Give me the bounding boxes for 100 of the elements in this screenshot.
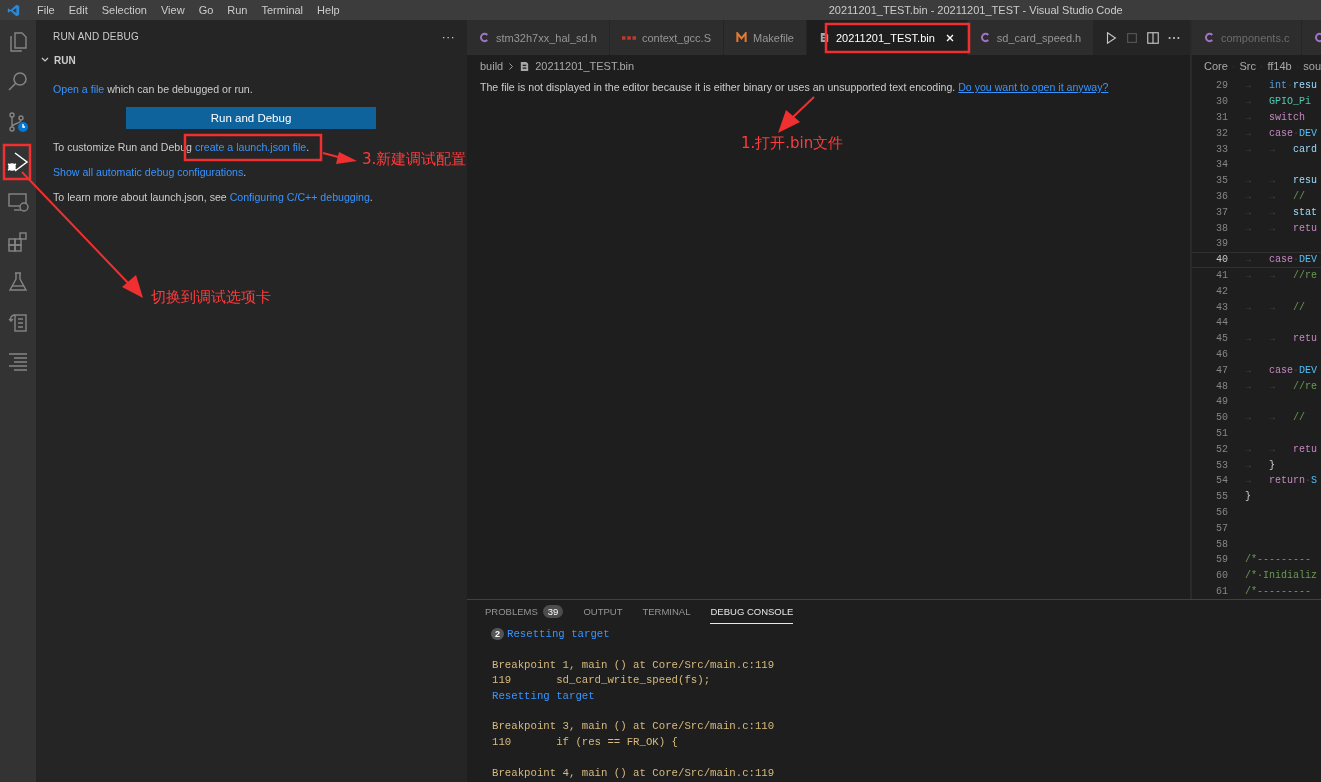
line-number: 56 [1215, 506, 1228, 518]
line-number: 60 [1215, 570, 1228, 582]
code-line: → case·DEV [1245, 364, 1318, 376]
menu-item[interactable]: File [30, 4, 62, 16]
menu-item[interactable]: Help [310, 4, 347, 16]
configuring-debugging-link[interactable]: Configuring C/C++ debugging [229, 191, 370, 203]
breadcrumb-item[interactable]: Src [1239, 60, 1256, 72]
breadcrumb-item[interactable]: 20211201_TEST.bin [535, 60, 635, 72]
code-line: → case·DEV [1245, 127, 1318, 139]
c-file-icon [1204, 32, 1215, 43]
line-number: 55 [1215, 491, 1228, 503]
more-actions-button[interactable]: ··· [441, 28, 455, 44]
panel-tab[interactable]: PROBLEMS 39 [485, 600, 564, 625]
line-number: 29 [1215, 80, 1228, 92]
line-number: 37 [1215, 206, 1228, 218]
code-line: → → retu [1245, 333, 1318, 345]
line-number: 45 [1215, 333, 1228, 345]
makefile-icon [736, 32, 747, 43]
panel-tab[interactable]: DEBUG CONSOLE [710, 600, 794, 625]
editor-tab[interactable]: stm32h7xx_hal_sd.h [467, 20, 610, 55]
line-number: 46 [1215, 348, 1228, 360]
run-icon[interactable] [1104, 30, 1119, 45]
breadcrumb-item[interactable]: Core [1204, 60, 1228, 72]
menu-item[interactable]: View [153, 4, 192, 16]
menu-item[interactable]: Edit [61, 4, 95, 16]
line-number: 41 [1215, 269, 1228, 281]
line-number: 53 [1215, 459, 1228, 471]
close-icon[interactable] [944, 32, 955, 43]
line-number: 49 [1215, 396, 1228, 408]
run-and-debug-button[interactable]: Run and Debug [126, 107, 376, 129]
count-badge: 39 [542, 605, 564, 619]
instruction-text: which can be debugged or run. [106, 83, 253, 95]
code-line: → → // [1245, 190, 1306, 202]
activity-item[interactable] [6, 150, 30, 174]
asm-file-icon [621, 33, 636, 42]
open-anyway-link[interactable]: Do you want to open it anyway? [958, 81, 1109, 93]
console-line: 119 sd_card_write_speed(fs); [492, 674, 711, 687]
split-editor-icon[interactable] [1146, 30, 1161, 45]
editor-tab[interactable]: Makefile [724, 20, 807, 55]
run-debug-icon [6, 150, 30, 174]
line-number: 61 [1215, 585, 1228, 597]
app-logo-icon [7, 3, 20, 17]
console-line: Breakpoint 1, main () at Core/Src/main.c:119 [492, 658, 775, 671]
line-number: 54 [1215, 475, 1228, 487]
code-line: } [1245, 491, 1251, 503]
sidebar-title: RUN AND DEBUG [53, 30, 139, 42]
highlight-frame [2, 143, 32, 181]
breadcrumb-item[interactable]: ff14b [1267, 60, 1292, 72]
code-line: → → //re [1245, 380, 1318, 392]
annotation-arrow [322, 152, 357, 164]
c-file-icon [479, 32, 490, 43]
menu-item[interactable]: Run [220, 4, 255, 16]
code-line: /*--------- [1245, 554, 1311, 566]
binary-file-message: The file is not displayed in the editor because it is either binary or uses an unsupported text encoding. [480, 81, 957, 93]
panel-tab[interactable]: OUTPUT [583, 600, 623, 625]
line-number: 51 [1215, 427, 1228, 439]
line-number: 44 [1215, 317, 1228, 329]
open-file-link[interactable]: Open a file [53, 83, 105, 95]
code-line: /*·Inidializ [1245, 570, 1317, 582]
annotation-label: 1.打开.bin文件 [741, 134, 844, 153]
extensions-icon [6, 230, 30, 254]
panel-tab[interactable]: TERMINAL [642, 600, 691, 625]
line-number: 38 [1215, 222, 1228, 234]
line-number: 58 [1215, 538, 1228, 550]
breadcrumb-item[interactable]: build [480, 60, 504, 72]
menu-item[interactable]: Terminal [254, 4, 311, 16]
line-number: 32 [1215, 127, 1228, 139]
section-header[interactable]: RUN [36, 52, 467, 68]
line-number: 35 [1215, 175, 1228, 187]
line-number: 40 [1215, 254, 1228, 266]
code-line: /*--------- [1245, 585, 1311, 597]
code-line: → → retu [1245, 222, 1318, 234]
menu-item[interactable]: Go [191, 4, 221, 16]
line-number: 30 [1215, 96, 1228, 108]
code-line: → } [1245, 459, 1276, 471]
remote-explorer-icon [6, 190, 30, 214]
console-line: Resetting target [507, 628, 610, 641]
line-number: 52 [1215, 443, 1228, 455]
flask-icon [6, 270, 30, 294]
binary-file-icon [818, 32, 830, 43]
line-number: 33 [1215, 143, 1228, 155]
binary-file-icon [519, 60, 531, 72]
line-number: 47 [1215, 364, 1228, 376]
period-text: . [243, 166, 247, 178]
editor-tab[interactable]: context_gcc.S [609, 20, 724, 55]
repeat-count-badge: 2 [491, 628, 504, 641]
code-line: → return·S [1245, 475, 1318, 487]
period-text: . [369, 191, 373, 203]
annotation-label: 3.新建调试配置 [362, 150, 467, 169]
editor-tab[interactable]: sd_card_speed.h [967, 20, 1095, 55]
line-number: 43 [1215, 301, 1228, 313]
menu-item[interactable]: Selection [94, 4, 154, 16]
line-number: 50 [1215, 412, 1228, 424]
breadcrumb-item[interactable]: sou [1303, 60, 1321, 72]
chevron-icon [508, 61, 515, 71]
code-line: → switch [1245, 112, 1306, 123]
code-line: → → retu [1245, 443, 1318, 455]
annotation-arrow [778, 96, 815, 133]
annotation-label: 切换到调试选项卡 [151, 288, 271, 307]
code-line: → → // [1245, 412, 1306, 424]
